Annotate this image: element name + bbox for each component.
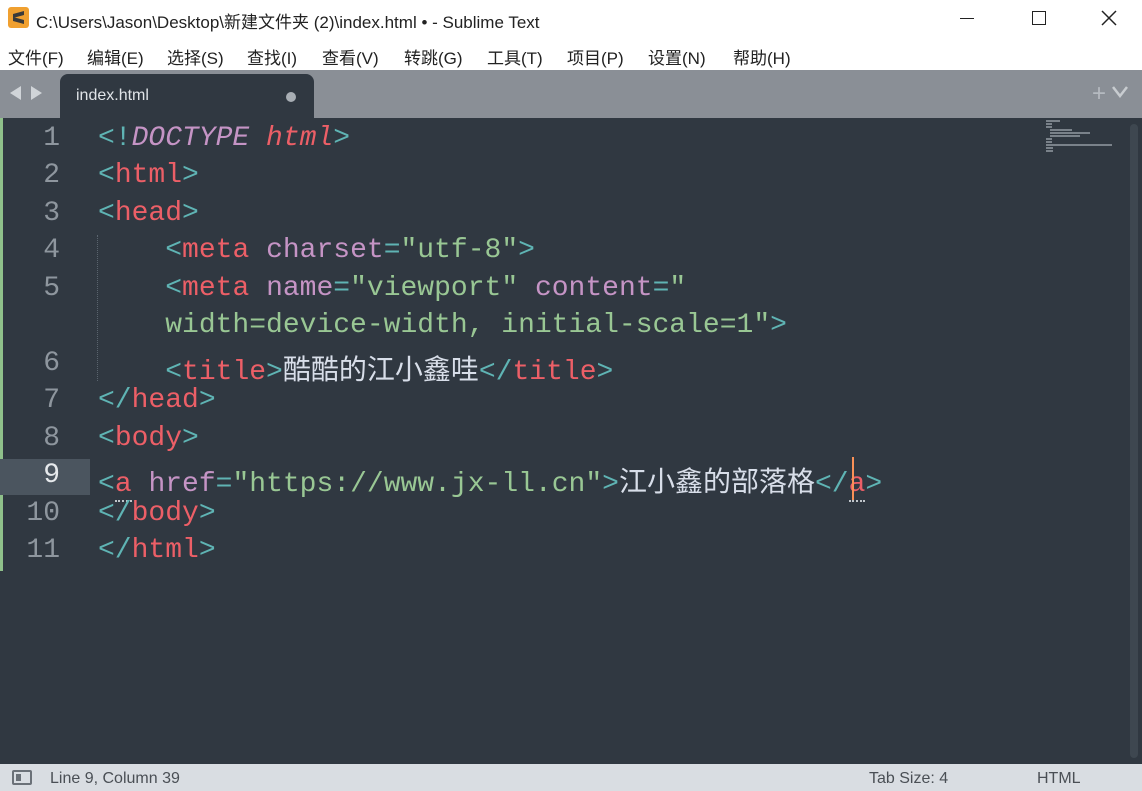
modified-dot-icon[interactable] bbox=[286, 92, 296, 102]
title-bar: C:\Users\Jason\Desktop\新建文件夹 (2)\index.h… bbox=[0, 0, 1142, 36]
close-icon bbox=[1101, 10, 1117, 26]
minimize-button[interactable] bbox=[932, 0, 1002, 36]
tab-size-selector[interactable]: Tab Size: 4 bbox=[869, 770, 948, 788]
menu-help[interactable]: 帮助(H) bbox=[733, 44, 791, 69]
line-number: 1 bbox=[43, 123, 60, 154]
line-number: 2 bbox=[43, 160, 60, 191]
cursor-position: Line 9, Column 39 bbox=[50, 770, 180, 787]
code-line-current: <a href="https://www.jx-ll.cn">江小鑫的部落格</… bbox=[98, 469, 883, 502]
tab-bar: index.html + bbox=[0, 70, 1142, 118]
new-tab-icon[interactable]: + bbox=[1092, 80, 1106, 108]
sublime-text-icon bbox=[8, 7, 29, 28]
menu-project[interactable]: 项目(P) bbox=[567, 44, 624, 69]
menu-edit[interactable]: 编辑(E) bbox=[87, 44, 144, 69]
tab-label: index.html bbox=[76, 87, 149, 104]
toggle-sidebar-icon[interactable] bbox=[12, 770, 32, 785]
tab-right-icon[interactable] bbox=[30, 86, 42, 100]
code-line: </head> bbox=[98, 385, 216, 416]
text-cursor bbox=[852, 457, 854, 500]
line-number: 4 bbox=[43, 235, 60, 266]
line-number: 3 bbox=[43, 198, 60, 229]
line-number: 7 bbox=[43, 385, 60, 416]
tab-list-chevron-icon[interactable] bbox=[1112, 86, 1128, 98]
maximize-button[interactable] bbox=[1004, 0, 1074, 36]
line-number-current: 9 bbox=[43, 460, 60, 491]
menu-goto[interactable]: 转跳(G) bbox=[404, 44, 463, 69]
tab-left-icon[interactable] bbox=[10, 86, 22, 100]
code-line: <html> bbox=[98, 160, 199, 191]
line-number: 5 bbox=[43, 273, 60, 304]
code-line: <body> bbox=[98, 423, 199, 454]
close-button[interactable] bbox=[1074, 0, 1142, 36]
code-line: <meta name="viewport" content=" bbox=[165, 273, 687, 304]
vertical-scrollbar[interactable] bbox=[1130, 124, 1138, 758]
code-line: <title>酷酷的江小鑫哇</title> bbox=[165, 357, 614, 388]
code-line: <head> bbox=[98, 198, 199, 229]
menu-preferences[interactable]: 设置(N) bbox=[648, 44, 706, 69]
code-line-wrapped: width=device-width, initial-scale=1"> bbox=[165, 310, 787, 341]
code-line: <meta charset="utf-8"> bbox=[165, 235, 535, 266]
menu-find[interactable]: 查找(I) bbox=[247, 44, 297, 69]
menu-tools[interactable]: 工具(T) bbox=[487, 44, 543, 69]
code-line: </body> bbox=[98, 498, 216, 529]
code-editor[interactable]: 1 2 3 4 5 6 7 8 9 10 11 <!DOCTYPE html> … bbox=[0, 118, 1142, 764]
maximize-icon bbox=[1032, 11, 1046, 25]
code-line: <!DOCTYPE html> bbox=[98, 123, 351, 154]
tab-navigation bbox=[10, 86, 42, 100]
menu-bar: 文件(F) 编辑(E) 选择(S) 查找(I) 查看(V) 转跳(G) 工具(T… bbox=[0, 36, 1142, 70]
line-number: 6 bbox=[43, 348, 60, 379]
tab-index-html[interactable]: index.html bbox=[60, 74, 314, 118]
code-line: </html> bbox=[98, 535, 216, 566]
syntax-selector[interactable]: HTML bbox=[1037, 770, 1081, 788]
minimap[interactable] bbox=[1044, 120, 1114, 160]
line-number: 8 bbox=[43, 423, 60, 454]
line-number: 11 bbox=[26, 535, 60, 566]
window-title: C:\Users\Jason\Desktop\新建文件夹 (2)\index.h… bbox=[36, 13, 540, 32]
menu-file[interactable]: 文件(F) bbox=[8, 44, 64, 69]
status-bar: Line 9, Column 39 Tab Size: 4 HTML bbox=[0, 764, 1142, 791]
menu-selection[interactable]: 选择(S) bbox=[167, 44, 224, 69]
line-number: 10 bbox=[26, 498, 60, 529]
menu-view[interactable]: 查看(V) bbox=[322, 44, 379, 69]
minimize-icon bbox=[960, 17, 974, 19]
